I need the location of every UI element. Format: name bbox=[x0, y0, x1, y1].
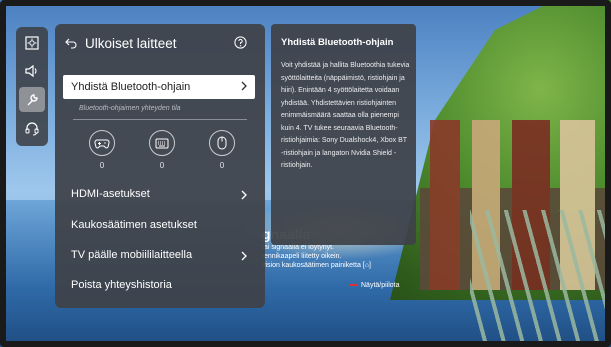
bluetooth-status-caption: Bluetooth-ohjaimen yhteyden tila bbox=[79, 105, 181, 112]
menu-item-label: Poista yhteyshistoria bbox=[71, 279, 172, 291]
menu-item-label: TV päälle mobiililaitteella bbox=[71, 249, 193, 261]
no-signal-line: tai signaalia ei löytynyt. bbox=[262, 244, 334, 251]
settings-rail bbox=[16, 27, 48, 146]
red-key-icon bbox=[350, 284, 358, 287]
page-title: Ulkoiset laitteet bbox=[85, 36, 177, 51]
keyboard-ring bbox=[149, 130, 175, 156]
bluetooth-item-label: Yhdistä Bluetooth-ohjain bbox=[71, 81, 191, 93]
menu-item-remote-settings[interactable]: Kaukosäätimen asetukset bbox=[71, 219, 249, 235]
mouse-ring bbox=[209, 130, 235, 156]
menu-item-label: HDMI-asetukset bbox=[71, 188, 150, 200]
gamepad-ring bbox=[89, 130, 115, 156]
rail-sound-button[interactable] bbox=[19, 58, 45, 83]
rail-picture-button[interactable] bbox=[19, 30, 45, 55]
menu-item-clear-history[interactable]: Poista yhteyshistoria bbox=[71, 279, 249, 295]
gamepad-status: 0 bbox=[88, 130, 116, 170]
headset-icon bbox=[25, 122, 39, 136]
keyboard-status: 0 bbox=[148, 130, 176, 170]
panel-header: Ulkoiset laitteet bbox=[65, 36, 255, 54]
show-hide-hint: Näytä/piilota bbox=[350, 282, 400, 289]
picture-icon bbox=[25, 35, 39, 50]
wrench-icon bbox=[27, 93, 38, 105]
keyboard-icon bbox=[155, 138, 169, 148]
info-title: Yhdistä Bluetooth-ohjain bbox=[281, 37, 394, 48]
info-description: Voit yhdistää ja hallita Bluetoothia tuk… bbox=[281, 62, 410, 169]
mouse-status: 0 bbox=[208, 130, 236, 170]
menu-item-hdmi-settings[interactable]: HDMI-asetukset bbox=[71, 188, 249, 204]
gamepad-count: 0 bbox=[99, 161, 105, 170]
chevron-right-icon bbox=[241, 190, 247, 200]
external-devices-panel: Ulkoiset laitteet Yhdistä Bluetooth-ohja… bbox=[55, 24, 265, 308]
no-signal-line: tennikaapeli liitetty oikein. bbox=[262, 253, 342, 260]
divider bbox=[73, 119, 247, 120]
no-signal-line: vision kaukosäätimen painiketta [⌂] bbox=[262, 262, 371, 269]
keyboard-count: 0 bbox=[159, 161, 165, 170]
rail-support-button[interactable] bbox=[19, 116, 45, 141]
show-hide-label: Näytä/piilota bbox=[361, 282, 400, 289]
rail-general-button[interactable] bbox=[19, 87, 45, 112]
railing bbox=[470, 210, 611, 347]
mouse-icon bbox=[217, 136, 227, 150]
gamepad-icon bbox=[94, 139, 110, 148]
help-info-panel: Yhdistä Bluetooth-ohjain Voit yhdistää j… bbox=[271, 24, 416, 245]
chevron-right-icon bbox=[241, 81, 247, 91]
help-icon[interactable] bbox=[234, 36, 247, 49]
speaker-icon bbox=[25, 64, 37, 77]
mouse-count: 0 bbox=[219, 161, 225, 170]
connect-bluetooth-controller-item[interactable]: Yhdistä Bluetooth-ohjain bbox=[63, 75, 255, 99]
chevron-right-icon bbox=[241, 251, 247, 261]
menu-item-label: Kaukosäätimen asetukset bbox=[71, 219, 197, 231]
menu-item-mobile-tv-on[interactable]: TV päälle mobiililaitteella bbox=[71, 249, 249, 265]
back-icon[interactable] bbox=[65, 37, 77, 49]
